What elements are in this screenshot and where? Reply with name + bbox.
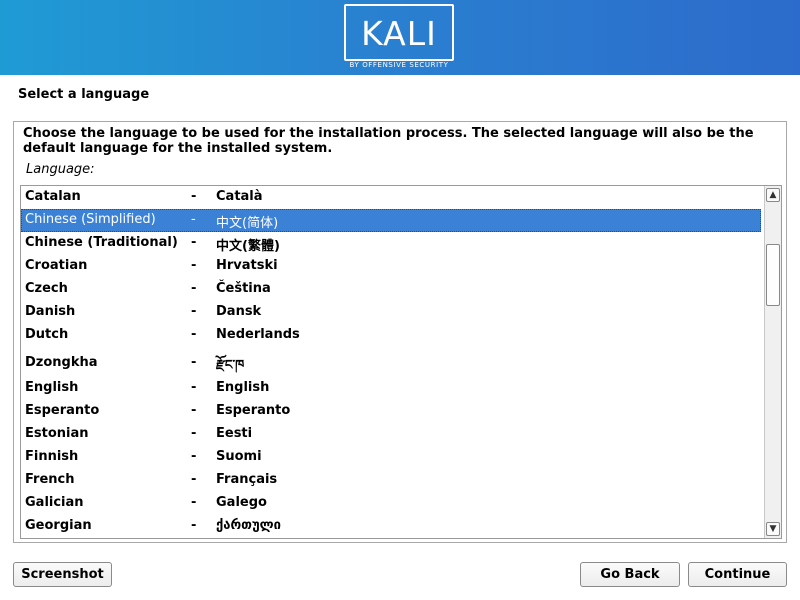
language-name: Chinese (Traditional) bbox=[25, 235, 178, 250]
language-native-name: Suomi bbox=[216, 449, 262, 464]
row-separator: - bbox=[191, 327, 197, 342]
language-row[interactable]: Czech - Čeština bbox=[21, 278, 761, 301]
row-separator: - bbox=[191, 355, 197, 370]
language-native-name: Čeština bbox=[216, 281, 271, 296]
row-separator: - bbox=[191, 472, 197, 487]
language-name: Czech bbox=[25, 281, 68, 296]
language-name: Catalan bbox=[25, 189, 81, 204]
scrollbar[interactable]: ▲ ▼ bbox=[764, 186, 781, 538]
logo-text: KALI bbox=[361, 14, 437, 53]
language-native-name: Dansk bbox=[216, 304, 262, 319]
language-row[interactable]: Georgian - ქართული bbox=[21, 515, 761, 538]
language-row[interactable]: Galician - Galego bbox=[21, 492, 761, 515]
language-label: Language: bbox=[26, 162, 95, 177]
language-row[interactable]: Chinese (Traditional) - 中文(繁體) bbox=[21, 232, 761, 255]
language-native-name: Galego bbox=[216, 495, 267, 510]
language-name: French bbox=[25, 472, 75, 487]
row-separator: - bbox=[191, 495, 197, 510]
language-name: Estonian bbox=[25, 426, 89, 441]
language-list[interactable]: Catalan - Català Chinese (Simplified) - 中文(简体… bbox=[20, 185, 782, 539]
description-text: Choose the language to be used for the i… bbox=[23, 126, 754, 156]
page-title: Select a language bbox=[18, 87, 150, 102]
language-row[interactable]: Esperanto - Esperanto bbox=[21, 400, 761, 423]
row-separator: - bbox=[191, 304, 197, 319]
scroll-up-icon[interactable]: ▲ bbox=[766, 188, 780, 202]
language-name: Georgian bbox=[25, 518, 92, 533]
row-separator: - bbox=[191, 212, 196, 227]
language-name: Chinese (Simplified) bbox=[25, 212, 156, 227]
row-separator: - bbox=[191, 380, 197, 395]
language-name: Dzongkha bbox=[25, 355, 98, 370]
language-name: Esperanto bbox=[25, 403, 100, 418]
language-native-name: Hrvatski bbox=[216, 258, 278, 273]
scroll-down-icon[interactable]: ▼ bbox=[766, 522, 780, 536]
language-native-name: Français bbox=[216, 472, 278, 487]
language-native-name: English bbox=[216, 380, 270, 395]
language-native-name: ქართული bbox=[216, 518, 281, 533]
language-native-name: Esperanto bbox=[216, 403, 291, 418]
kali-logo: KALI bbox=[344, 4, 454, 61]
row-separator: - bbox=[191, 281, 197, 296]
language-row[interactable]: Croatian - Hrvatski bbox=[21, 255, 761, 278]
language-name: Dutch bbox=[25, 327, 69, 342]
language-row[interactable]: Chinese (Simplified) - 中文(简体) bbox=[21, 209, 761, 232]
language-name: Danish bbox=[25, 304, 76, 319]
row-separator: - bbox=[191, 258, 197, 273]
language-name: English bbox=[25, 380, 79, 395]
language-native-name: 中文(繁體) bbox=[216, 239, 280, 254]
kali-banner: KALI BY OFFENSIVE SECURITY bbox=[0, 0, 800, 75]
logo-subtitle: BY OFFENSIVE SECURITY bbox=[349, 61, 449, 69]
language-native-name: 中文(简体) bbox=[216, 216, 279, 231]
row-separator: - bbox=[191, 518, 197, 533]
language-row[interactable]: Dzongkha - རྫོང་ཁ bbox=[21, 347, 761, 377]
language-row[interactable]: Estonian - Eesti bbox=[21, 423, 761, 446]
language-row[interactable]: French - Français bbox=[21, 469, 761, 492]
content-panel: Choose the language to be used for the i… bbox=[13, 121, 787, 543]
language-row[interactable]: Danish - Dansk bbox=[21, 301, 761, 324]
language-native-name: Eesti bbox=[216, 426, 253, 441]
go-back-button[interactable]: Go Back bbox=[580, 562, 680, 587]
row-separator: - bbox=[191, 189, 197, 204]
language-row[interactable]: Catalan - Català bbox=[21, 186, 761, 209]
language-name: Croatian bbox=[25, 258, 88, 273]
language-row[interactable]: English - English bbox=[21, 377, 761, 400]
scroll-thumb[interactable] bbox=[766, 244, 780, 306]
row-separator: - bbox=[191, 449, 197, 464]
row-separator: - bbox=[191, 426, 197, 441]
language-native-name: Català bbox=[216, 189, 263, 204]
language-row[interactable]: Finnish - Suomi bbox=[21, 446, 761, 469]
language-row[interactable]: Dutch - Nederlands bbox=[21, 324, 761, 347]
row-separator: - bbox=[191, 403, 197, 418]
screenshot-button[interactable]: Screenshot bbox=[13, 562, 112, 587]
language-native-name: Nederlands bbox=[216, 327, 300, 342]
language-name: Finnish bbox=[25, 449, 79, 464]
language-name: Galician bbox=[25, 495, 84, 510]
continue-button[interactable]: Continue bbox=[688, 562, 787, 587]
row-separator: - bbox=[191, 235, 197, 250]
language-rows: Catalan - Català Chinese (Simplified) - 中文(简体… bbox=[21, 186, 761, 538]
